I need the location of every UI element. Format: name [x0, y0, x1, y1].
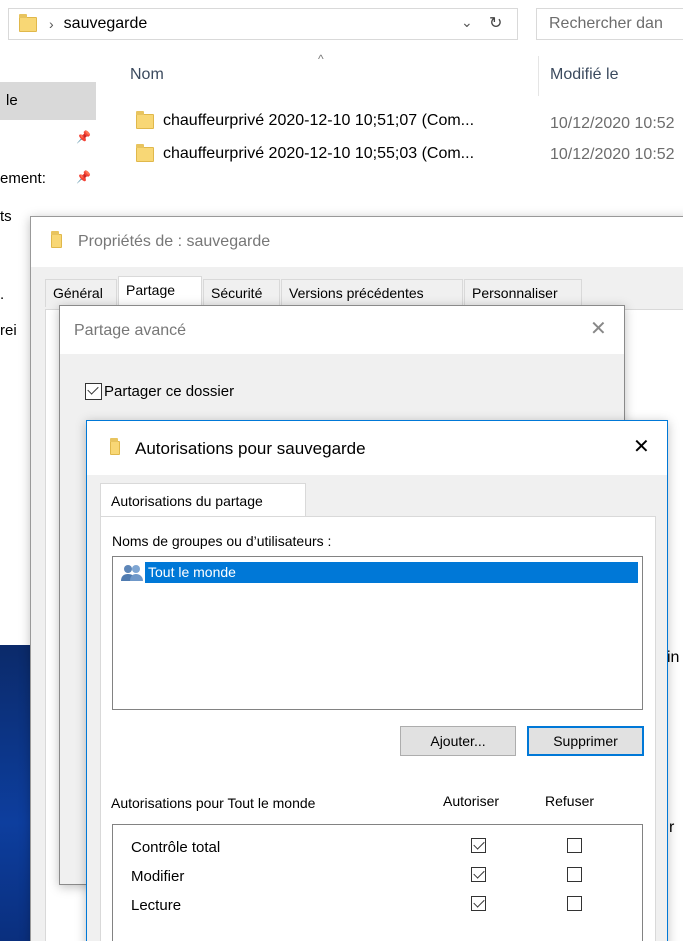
advanced-title: Partage avancé — [74, 322, 187, 339]
nav-item-label[interactable]: rei — [0, 322, 17, 339]
hidden-text-fragment: in — [667, 649, 680, 666]
tab-customize[interactable]: Personnaliser — [464, 279, 582, 307]
permissions-title: Autorisations pour sauvegarde — [135, 439, 366, 458]
permission-name: Lecture — [131, 897, 182, 914]
deny-modify-checkbox[interactable] — [567, 867, 582, 882]
column-divider — [538, 56, 539, 96]
add-button[interactable]: Ajouter... — [400, 726, 516, 756]
tab-share-permissions[interactable]: Autorisations du partage — [100, 483, 306, 517]
breadcrumb-sauvegarde[interactable]: sauvegarde — [64, 15, 148, 33]
users-group-icon — [121, 564, 143, 581]
file-name: chauffeurprivé 2020-12-10 10;51;07 (Com.… — [163, 112, 475, 129]
address-bar[interactable]: › sauvegarde ⌄ ↻ — [8, 8, 518, 40]
permissions-for-label: Autorisations pour Tout le monde — [111, 795, 316, 811]
deny-column-header: Refuser — [545, 793, 595, 809]
properties-title: Propriétés de : sauvegarde — [78, 233, 271, 250]
file-name: chauffeurprivé 2020-12-10 10;55;03 (Com.… — [163, 145, 475, 162]
nav-selected-item[interactable]: le — [0, 82, 96, 120]
share-folder-checkbox-row[interactable]: Partager ce dossier — [85, 383, 234, 400]
nav-item-label[interactable]: . — [0, 286, 4, 303]
advanced-titlebar[interactable]: Partage avancé ✕ — [60, 306, 624, 354]
users-listbox[interactable]: Tout le monde — [112, 556, 643, 710]
file-row[interactable]: chauffeurprivé 2020-12-10 10;55;03 (Com.… — [136, 143, 475, 163]
search-input[interactable]: Rechercher dan — [536, 8, 683, 40]
permissions-grid: Contrôle total Modifier Lecture — [112, 824, 643, 941]
folder-icon — [110, 438, 120, 455]
tab-general[interactable]: Général — [45, 279, 117, 307]
tab-previous-versions[interactable]: Versions précédentes — [281, 279, 463, 307]
permissions-titlebar[interactable]: Autorisations pour sauvegarde ✕ — [87, 421, 667, 475]
deny-read-checkbox[interactable] — [567, 896, 582, 911]
nav-item-label: le — [6, 92, 18, 109]
properties-titlebar[interactable]: Propriétés de : sauvegarde — [31, 217, 683, 267]
sort-ascending-icon: ^ — [318, 52, 324, 66]
tab-security[interactable]: Sécurité — [203, 279, 280, 307]
folder-icon — [19, 13, 37, 32]
history-dropdown-icon[interactable]: ⌄ — [461, 14, 473, 31]
pin-icon[interactable]: 📌 — [76, 170, 91, 184]
groups-label: Noms de groupes ou d’utilisateurs : — [112, 533, 332, 549]
remove-button[interactable]: Supprimer — [527, 726, 644, 756]
share-folder-label: Partager ce dossier — [104, 383, 235, 400]
user-list-item[interactable]: Tout le monde — [121, 562, 638, 583]
folder-icon — [51, 231, 62, 248]
close-icon[interactable]: ✕ — [590, 316, 607, 341]
file-modified: 10/12/2020 10:52 — [550, 115, 675, 132]
nav-item-label[interactable]: ement: — [0, 170, 46, 187]
user-name: Tout le monde — [145, 562, 638, 583]
column-header-modified[interactable]: Modifié le — [550, 66, 618, 84]
folder-icon — [136, 143, 154, 162]
allow-modify-checkbox[interactable] — [471, 867, 486, 882]
refresh-icon[interactable]: ↻ — [489, 13, 502, 33]
file-row[interactable]: chauffeurprivé 2020-12-10 10;51;07 (Com.… — [136, 110, 475, 130]
permission-row: Lecture — [131, 895, 631, 917]
permission-row: Contrôle total — [131, 837, 631, 859]
hidden-text-fragment: r — [669, 819, 675, 836]
desktop-background — [0, 645, 30, 941]
close-icon[interactable]: ✕ — [633, 434, 650, 459]
allow-full-control-checkbox[interactable] — [471, 838, 486, 853]
pin-icon[interactable]: 📌 — [76, 130, 91, 144]
tab-sharing[interactable]: Partage — [118, 276, 202, 307]
permission-name: Contrôle total — [131, 839, 221, 856]
allow-read-checkbox[interactable] — [471, 896, 486, 911]
file-modified: 10/12/2020 10:52 — [550, 146, 675, 163]
permissions-dialog: Autorisations pour sauvegarde ✕ Autorisa… — [86, 420, 668, 941]
folder-icon — [136, 110, 154, 129]
permission-row: Modifier — [131, 866, 631, 888]
permission-name: Modifier — [131, 868, 185, 885]
nav-item-label[interactable]: ts — [0, 208, 12, 225]
column-header-name[interactable]: Nom — [130, 66, 164, 84]
share-folder-checkbox[interactable] — [85, 383, 102, 400]
allow-column-header: Autoriser — [443, 793, 500, 809]
breadcrumb-chevron-icon[interactable]: › — [49, 16, 54, 32]
deny-full-control-checkbox[interactable] — [567, 838, 582, 853]
